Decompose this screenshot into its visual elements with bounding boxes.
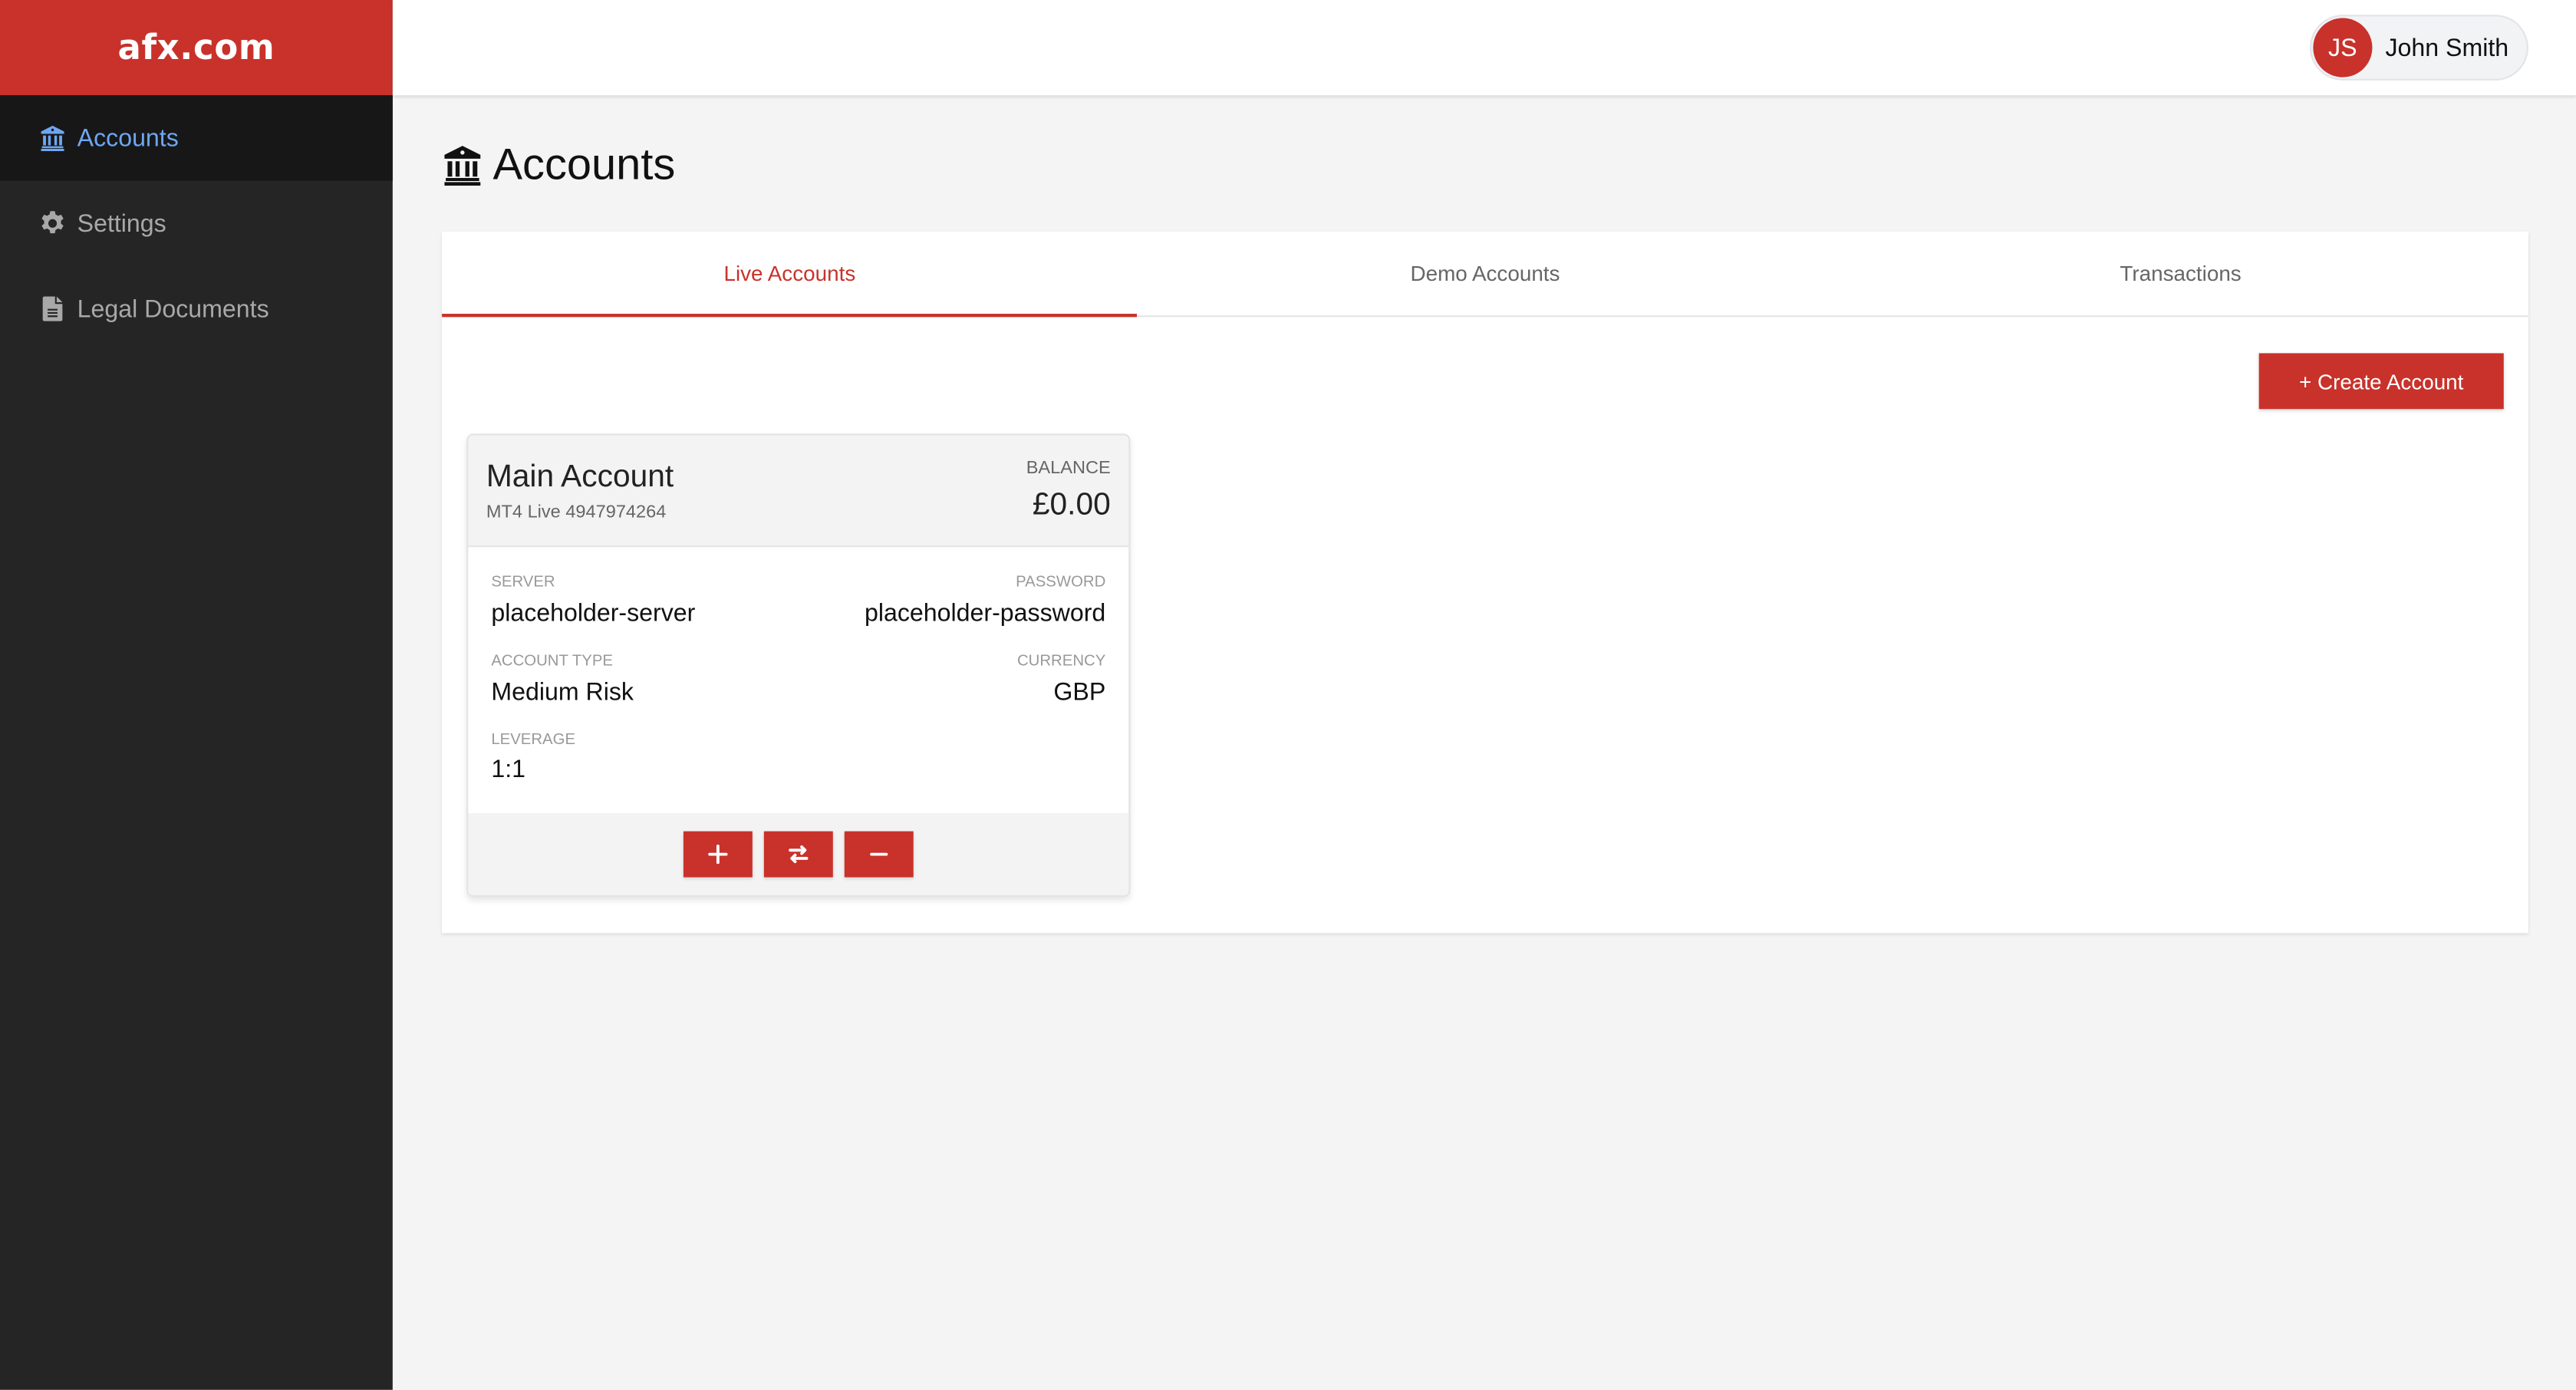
balance-label: BALANCE bbox=[1026, 458, 1111, 479]
gear-icon bbox=[39, 210, 65, 236]
minus-icon bbox=[870, 852, 888, 856]
avatar: JS bbox=[2313, 18, 2373, 77]
deposit-button[interactable] bbox=[683, 831, 753, 878]
app: afx.com Accounts Settings Legal Document… bbox=[0, 0, 2576, 1390]
currency-value: GBP bbox=[1053, 678, 1106, 707]
tab-bar: Live Accounts Demo Accounts Transactions bbox=[442, 232, 2528, 318]
account-type-label: ACCOUNT TYPE bbox=[491, 652, 614, 670]
leverage-value: 1:1 bbox=[491, 756, 526, 784]
currency-label: CURRENCY bbox=[1016, 652, 1106, 670]
account-name: Main Account bbox=[486, 459, 674, 495]
sidebar-item-label: Legal Documents bbox=[77, 295, 269, 323]
sidebar-item-label: Accounts bbox=[77, 124, 179, 153]
plus-icon bbox=[708, 844, 728, 865]
server-label: SERVER bbox=[491, 573, 555, 591]
sidebar-item-settings[interactable]: Settings bbox=[0, 181, 393, 266]
server-value: placeholder-server bbox=[491, 599, 696, 628]
user-name: John Smith bbox=[2385, 33, 2509, 62]
sidebar-item-label: Settings bbox=[77, 209, 166, 238]
transfer-button[interactable] bbox=[763, 831, 833, 878]
sidebar-item-legal-documents[interactable]: Legal Documents bbox=[0, 266, 393, 351]
page-title: Accounts bbox=[442, 140, 675, 190]
sidebar-item-accounts[interactable]: Accounts bbox=[0, 95, 393, 181]
bank-icon bbox=[444, 146, 481, 186]
tab-demo-accounts[interactable]: Demo Accounts bbox=[1138, 232, 1833, 315]
page-title-text: Accounts bbox=[492, 140, 676, 189]
balance-value: £0.00 bbox=[1032, 488, 1111, 523]
password-label: PASSWORD bbox=[1016, 573, 1106, 591]
top-bar: JS John Smith bbox=[392, 0, 2576, 96]
account-type-value: Medium Risk bbox=[491, 678, 634, 707]
account-card: Main Account MT4 Live 4947974264 BALANCE… bbox=[466, 433, 1131, 898]
tab-transactions[interactable]: Transactions bbox=[1833, 232, 2528, 315]
bank-icon bbox=[39, 125, 65, 152]
account-card-body: SERVER placeholder-server PASSWORD place… bbox=[468, 547, 1128, 813]
document-icon bbox=[39, 295, 65, 321]
account-subtitle: MT4 Live 4947974264 bbox=[486, 502, 667, 523]
tab-live-accounts[interactable]: Live Accounts bbox=[442, 232, 1138, 318]
create-account-button[interactable]: + Create Account bbox=[2258, 353, 2504, 410]
sidebar: afx.com Accounts Settings Legal Document… bbox=[0, 0, 393, 1390]
account-card-actions bbox=[468, 813, 1129, 896]
withdraw-button[interactable] bbox=[844, 831, 914, 878]
swap-arrows-icon bbox=[789, 845, 809, 864]
leverage-label: LEVERAGE bbox=[491, 731, 576, 749]
account-card-header: Main Account MT4 Live 4947974264 BALANCE… bbox=[468, 435, 1129, 548]
user-menu[interactable]: JS John Smith bbox=[2309, 15, 2528, 81]
password-value: placeholder-password bbox=[865, 599, 1106, 628]
brand-logo[interactable]: afx.com bbox=[0, 0, 393, 96]
accounts-panel: Live Accounts Demo Accounts Transactions… bbox=[442, 231, 2528, 934]
